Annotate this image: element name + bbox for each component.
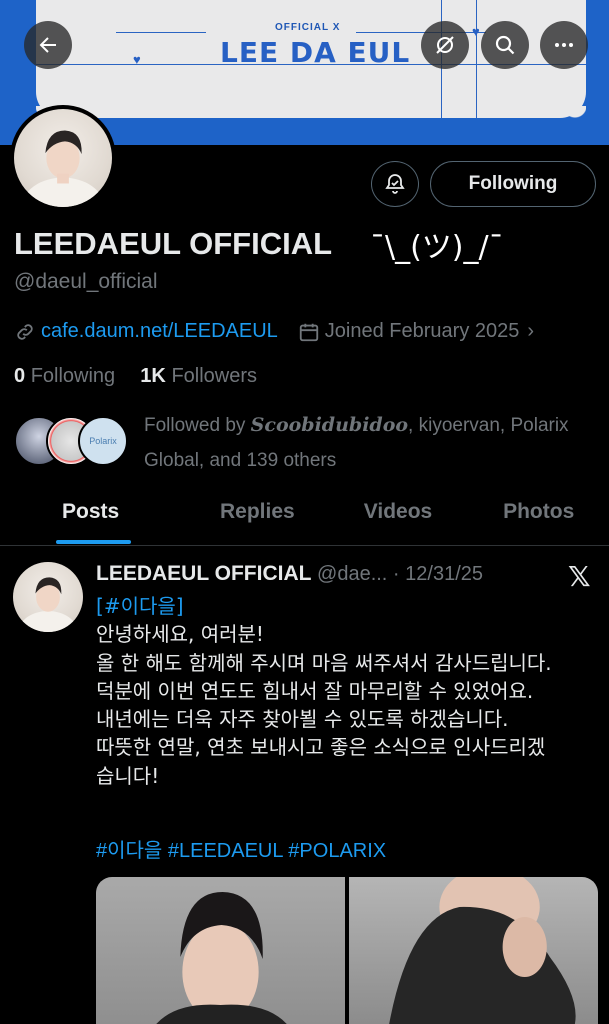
hide-button[interactable] [421, 21, 469, 69]
following-count-link[interactable]: 0 Following [14, 365, 115, 387]
tab-replies[interactable]: Replies [187, 490, 328, 545]
post-hashtags[interactable]: #이다을 #LEEDAEUL #POLARIX [96, 834, 386, 863]
more-button[interactable] [540, 21, 588, 69]
profile-handle: @daeul_official [14, 270, 158, 293]
followed-by-text: Followed by Scoobidubidoo, kiyoervan, Po… [144, 408, 594, 478]
banner-line [116, 32, 206, 33]
heart-icon: ♥ [472, 24, 480, 39]
chevron-right-icon[interactable]: › [527, 320, 534, 343]
joined-date: Joined February 2025 [324, 320, 520, 342]
post-line: 따뜻한 연말, 연초 보내시고 좋은 소식으로 인사드리겠 [96, 735, 546, 760]
more-icon [555, 43, 573, 47]
heart-icon: ♥ [133, 52, 141, 67]
following-count: 0 [14, 365, 26, 387]
calendar-icon [299, 323, 318, 341]
eye-off-icon [436, 36, 454, 54]
follow-counts: 0 Following 1K Followers [14, 365, 257, 388]
profile-link[interactable]: cafe.daum.net/LEEDAEUL [41, 320, 278, 343]
post-line: 덕분에 이번 연도도 힘내서 잘 마무리할 수 있었어요. [96, 678, 534, 703]
post-line: 습니다! [96, 763, 160, 788]
followed-by-section[interactable]: Polarix Followed by Scoobidubidoo, kiyoe… [14, 408, 594, 471]
followed-by-name: Scoobidubidoo [250, 414, 409, 436]
followed-by-prefix: Followed by [144, 415, 251, 436]
shrug-scribble: ¯\_(ツ)_/¯ [370, 230, 504, 265]
follower-avatar: Polarix [78, 416, 128, 466]
post-line: 올 한 해도 함께해 주시며 마음 써주셔서 감사드립니다. [96, 650, 552, 675]
post-text: [#이다을] 안녕하세요, 여러분! 올 한 해도 함께해 주시며 마음 써주셔… [96, 592, 601, 790]
post-line: [#이다을] [96, 592, 601, 620]
search-icon [495, 35, 515, 55]
back-arrow-icon [39, 37, 56, 53]
tab-videos[interactable]: Videos [328, 490, 469, 545]
profile-meta: cafe.daum.net/LEEDAEUL Joined February 2… [14, 320, 534, 343]
hashtag-link[interactable]: #이다을 [104, 594, 176, 618]
bracket: ] [175, 594, 184, 618]
tab-photos[interactable]: Photos [468, 490, 609, 545]
profile-avatar[interactable] [10, 105, 116, 211]
post-header: LEEDAEUL OFFICIAL @dae... · 12/31/25 [96, 562, 483, 586]
post-author-handle[interactable]: @dae... [317, 563, 387, 585]
avatar-photo [14, 109, 112, 207]
post-author-name[interactable]: LEEDAEUL OFFICIAL [96, 562, 311, 585]
post-line: 내년에는 더욱 자주 찾아뵐 수 있도록 하겠습니다. [96, 707, 509, 732]
search-button[interactable] [481, 21, 529, 69]
post-photo[interactable] [96, 877, 345, 1024]
bracket: [ [96, 594, 104, 618]
link-icon [17, 323, 33, 340]
following-label: Following [30, 365, 116, 387]
banner-title: LEE DA EUL [220, 36, 411, 69]
followers-label: Followers [171, 365, 258, 387]
post-media[interactable] [96, 877, 598, 1024]
notification-button[interactable] [371, 161, 419, 207]
following-button[interactable]: Following [430, 161, 596, 207]
tab-posts[interactable]: Posts [0, 490, 187, 545]
back-button[interactable] [24, 21, 72, 69]
post-line: 안녕하세요, 여러분! [96, 622, 264, 647]
post-date[interactable]: · 12/31/25 [393, 563, 483, 585]
profile-display-name: LEEDAEUL OFFICIAL [14, 226, 333, 261]
banner-small-text: OFFICIAL X [275, 22, 341, 33]
post-photo[interactable] [349, 877, 598, 1024]
profile-tabs: Posts Replies Videos Photos [0, 490, 609, 546]
x-logo-icon: 𝕏 [568, 560, 591, 593]
banner-line [476, 0, 477, 118]
followers-count-link[interactable]: 1K Followers [140, 365, 257, 387]
bell-plus-icon [385, 174, 405, 194]
banner-line [356, 32, 486, 33]
followers-count: 1K [140, 365, 166, 387]
post-author-avatar[interactable] [13, 562, 83, 632]
